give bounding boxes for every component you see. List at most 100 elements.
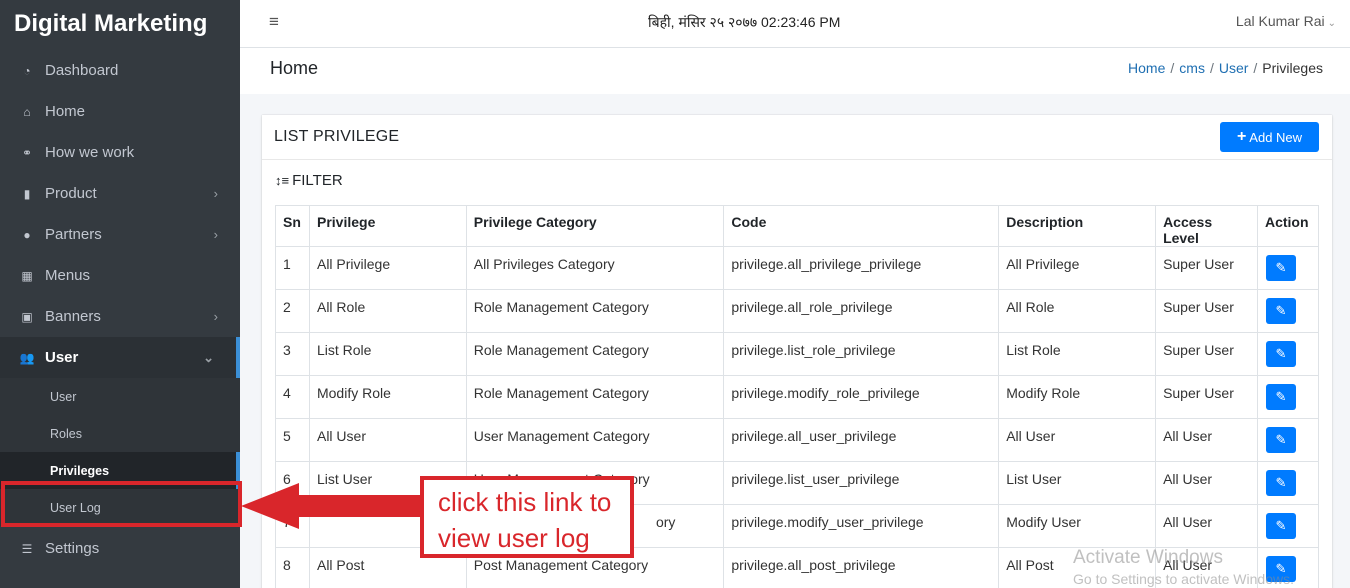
chevron-right-icon: › (213, 227, 218, 242)
edit-button[interactable]: ✎ (1265, 255, 1296, 281)
brand-title[interactable]: Digital Marketing (0, 0, 240, 50)
dashboard-icon: ◔ (23, 63, 31, 78)
table-row: 4 Modify Role Role Management Category p… (275, 375, 1320, 419)
sidebar-item-how-we-work[interactable]: ⚭ How we work (0, 132, 240, 173)
edit-icon: ✎ (1275, 303, 1287, 318)
grid-icon: ▦ (21, 268, 33, 283)
cell-category: Role Management Category (465, 332, 725, 376)
cell-privilege: All Privilege (308, 246, 467, 290)
cell-sn: 4 (275, 375, 310, 419)
edit-button[interactable]: ✎ (1265, 427, 1296, 453)
sidebar-subitem-roles[interactable]: Roles (0, 415, 240, 452)
breadcrumb-current: Privileges (1262, 60, 1323, 76)
column-header-description: Description (998, 205, 1157, 247)
breadcrumb-user[interactable]: User (1219, 60, 1249, 76)
activation-watermark-text: Go to Settings to activate Windows. (1073, 571, 1294, 587)
filter-toggle[interactable]: ↕≡ FILTER (275, 172, 343, 189)
sidebar-item-product[interactable]: ▮ Product › (0, 173, 240, 214)
cell-access-level: All User (1155, 461, 1258, 505)
home-icon: ⌂ (23, 104, 31, 119)
cell-code: privilege.all_role_privilege (723, 289, 1000, 333)
add-new-button[interactable]: + Add New (1220, 122, 1319, 152)
cell-action: ✎ (1256, 418, 1320, 462)
cell-code: privilege.modify_role_privilege (723, 375, 1000, 419)
cell-description: List Role (998, 332, 1157, 376)
edit-button[interactable]: ✎ (1265, 298, 1296, 324)
edit-button[interactable]: ✎ (1265, 384, 1296, 410)
column-header-code: Code (723, 205, 1000, 247)
users-icon: 👥 (19, 350, 35, 365)
cell-action: ✎ (1256, 246, 1320, 290)
column-header-sn: Sn (275, 205, 310, 247)
cell-access-level: Super User (1155, 332, 1258, 376)
cell-privilege: All User (308, 418, 467, 462)
edit-button[interactable]: ✎ (1265, 513, 1296, 539)
cell-category: Role Management Category (465, 289, 725, 333)
chevron-right-icon: › (213, 309, 218, 324)
cell-description: List User (998, 461, 1157, 505)
sidebar-item-label: Home (45, 103, 86, 120)
breadcrumb-cms[interactable]: cms (1179, 60, 1205, 76)
chevron-right-icon: › (213, 186, 218, 201)
breadcrumb-home[interactable]: Home (1128, 60, 1165, 76)
card-title: LIST PRIVILEGE (274, 128, 400, 145)
cell-privilege: Modify Role (308, 375, 467, 419)
edit-button[interactable]: ✎ (1265, 470, 1296, 496)
breadcrumb: Home / cms / User / Privileges (1128, 60, 1323, 76)
sidebar-item-label: Banners (45, 308, 101, 325)
cell-sn: 8 (275, 547, 310, 588)
table-row: 2 All Role Role Management Category priv… (275, 289, 1320, 333)
plus-icon: + (1236, 128, 1247, 145)
filter-icon: ↕≡ (275, 173, 290, 188)
table-header-row: Sn Privilege Privilege Category Code Des… (275, 205, 1320, 247)
sidebar-item-label: Settings (45, 540, 100, 557)
cell-code: privilege.all_post_privilege (723, 547, 1000, 588)
content-header: Home Home / cms / User / Privileges (240, 48, 1350, 94)
card-header: LIST PRIVILEGE + Add New (262, 115, 1332, 160)
cell-category: User Management Category (465, 418, 725, 462)
sidebar-item-menus[interactable]: ▦ Menus (0, 255, 240, 296)
breadcrumb-separator: / (1209, 60, 1214, 76)
cell-sn: 5 (275, 418, 310, 462)
cell-description: Modify Role (998, 375, 1157, 419)
hamburger-icon[interactable]: ≡ (269, 12, 279, 32)
table-row: 5 All User User Management Category priv… (275, 418, 1320, 462)
handshake-icon: ⚭ (21, 145, 33, 160)
sidebar-item-home[interactable]: ⌂ Home (0, 91, 240, 132)
user-menu[interactable]: Lal Kumar Rai ⌄ (1236, 13, 1336, 29)
cell-access-level: Super User (1155, 375, 1258, 419)
cell-action: ✎ (1256, 461, 1320, 505)
edit-icon: ✎ (1275, 475, 1287, 490)
sidebar-item-settings[interactable]: ☰ Settings (0, 528, 240, 569)
callout-annotation: click this link to view user log (420, 476, 634, 558)
chevron-down-icon: ⌄ (203, 349, 214, 365)
cell-sn: 2 (275, 289, 310, 333)
sidebar-item-banners[interactable]: ▣ Banners › (0, 296, 240, 337)
sidebar-item-label: Product (45, 185, 97, 202)
cell-sn: 3 (275, 332, 310, 376)
edit-icon: ✎ (1275, 346, 1287, 361)
sidebar-item-label: Partners (45, 226, 102, 243)
cell-description: All User (998, 418, 1157, 462)
edit-button[interactable]: ✎ (1265, 341, 1296, 367)
sidebar-subitem-user[interactable]: User (0, 378, 240, 415)
sidebar-item-partners[interactable]: ● Partners › (0, 214, 240, 255)
sidebar-item-dashboard[interactable]: ◔ Dashboard (0, 50, 240, 91)
breadcrumb-separator: / (1170, 60, 1175, 76)
column-header-category: Privilege Category (465, 205, 725, 247)
datetime-display: बिही, मंसिर २५ २०७७ 02:23:46 PM (648, 14, 841, 30)
edit-icon: ✎ (1275, 518, 1287, 533)
sidebar-item-user[interactable]: 👥 User ⌄ (0, 337, 240, 378)
sidebar-item-label: How we work (45, 144, 135, 161)
column-header-privilege: Privilege (308, 205, 467, 247)
red-arrow-annotation (241, 483, 423, 529)
highlight-box (1, 481, 242, 527)
callout-line-1: click this link to (438, 487, 612, 517)
page-title: Home (270, 58, 319, 78)
cell-description: All Role (998, 289, 1157, 333)
add-new-label: Add New (1249, 129, 1303, 145)
cell-category: Role Management Category (465, 375, 725, 419)
cell-privilege: All Role (308, 289, 467, 333)
table-row: 1 All Privilege All Privileges Category … (275, 246, 1320, 290)
column-header-access-level: Access Level (1155, 205, 1258, 247)
